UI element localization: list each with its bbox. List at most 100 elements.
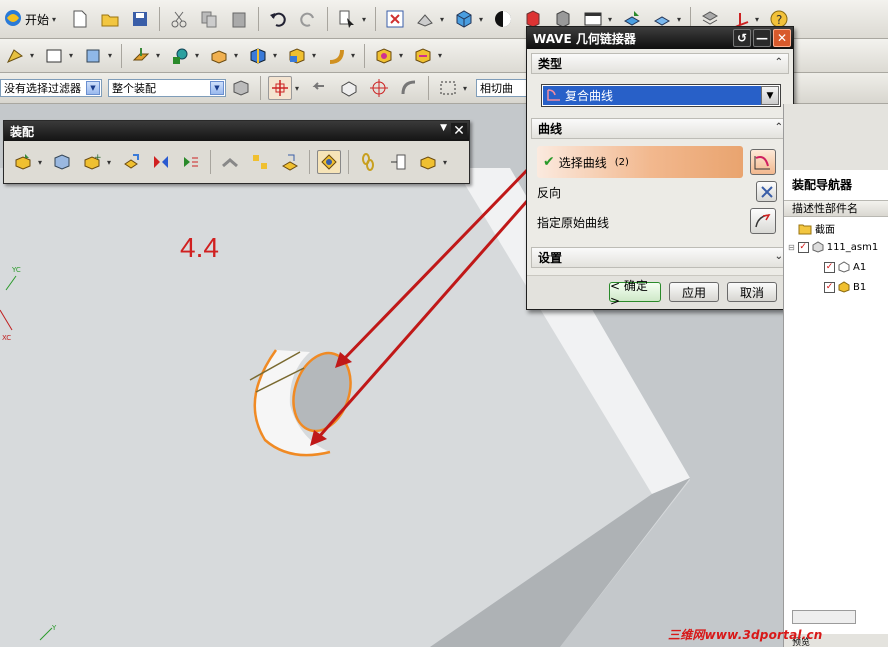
assembly-constraints-icon[interactable] [50, 150, 74, 174]
render-style-icon[interactable] [491, 7, 515, 31]
save-icon[interactable] [128, 7, 152, 31]
checkbox-icon[interactable]: ✓ [797, 241, 809, 253]
snap-arc-icon[interactable] [397, 76, 421, 100]
specify-original-curve-button[interactable] [750, 208, 776, 234]
wave-link-icon[interactable] [218, 150, 242, 174]
block-icon[interactable] [207, 44, 231, 68]
horizontal-scrollbar[interactable] [792, 610, 856, 624]
wave-geometry-linker-icon[interactable] [317, 150, 341, 174]
sketch-icon[interactable] [3, 44, 27, 68]
chevron-down-icon[interactable]: ▾ [195, 51, 202, 60]
selection-scope-select[interactable]: 整个装配 ▼ [108, 79, 226, 97]
cut-icon[interactable] [167, 7, 191, 31]
chevron-down-icon[interactable]: ▾ [351, 51, 358, 60]
add-component-icon[interactable] [11, 150, 35, 174]
tree-item-section[interactable]: 截面 [798, 221, 835, 236]
shaded-view-icon[interactable] [413, 7, 437, 31]
select-curve-row[interactable]: ✔ 选择曲线 (2) [537, 146, 743, 178]
tree-item-asm[interactable]: ⊟ ✓ 111_asm1 [788, 241, 878, 253]
chevron-down-icon[interactable]: ▾ [234, 51, 241, 60]
exploded-view-icon[interactable] [248, 150, 272, 174]
type-section-header[interactable]: 类型 ⌃ [531, 53, 789, 74]
checkbox-icon[interactable]: ✓ [824, 281, 835, 293]
new-component-icon[interactable]: + [80, 150, 104, 174]
box-select-icon[interactable] [436, 76, 460, 100]
mirror-assembly-icon[interactable] [149, 150, 173, 174]
unite-icon[interactable] [246, 44, 270, 68]
tree-item-a1[interactable]: ✓ A1 [824, 261, 866, 273]
redo-icon[interactable] [296, 7, 320, 31]
checkbox-icon[interactable]: ✓ [824, 261, 835, 273]
chevron-down-icon[interactable]: ▾ [438, 51, 445, 60]
reset-icon[interactable]: ↺ [733, 29, 751, 47]
point-icon[interactable] [168, 44, 192, 68]
subtract-icon[interactable] [285, 44, 309, 68]
chevron-down-icon[interactable]: ▾ [608, 15, 615, 24]
chevron-down-icon[interactable]: ▾ [362, 15, 369, 24]
datum-plane-icon[interactable] [129, 44, 153, 68]
apply-button[interactable]: 应用 [669, 282, 719, 302]
minimize-icon[interactable]: — [753, 29, 771, 47]
chevron-down-icon[interactable]: ▾ [107, 158, 114, 167]
chevron-down-icon[interactable]: ▼ [761, 86, 779, 105]
chevron-down-icon[interactable]: ▼ [210, 81, 224, 95]
undo-icon[interactable] [266, 7, 290, 31]
chevron-down-icon[interactable]: ▾ [273, 51, 280, 60]
column-header[interactable]: 描述性部件名 [784, 200, 888, 217]
chevron-down-icon[interactable]: ▾ [156, 51, 163, 60]
chevron-down-icon[interactable]: ▾ [108, 51, 115, 60]
chevron-down-icon[interactable]: ▾ [69, 51, 76, 60]
snap-solid-icon[interactable] [337, 76, 361, 100]
start-menu-button[interactable]: 开始 ▾ [0, 6, 65, 32]
sequence-icon[interactable] [278, 150, 302, 174]
ok-button[interactable]: < 确定 > [609, 279, 661, 308]
chevron-down-icon[interactable]: ▾ [312, 51, 319, 60]
chevron-down-icon[interactable]: ▾ [463, 84, 470, 93]
type-filter-select[interactable]: 没有选择过滤器 ▼ [0, 79, 102, 97]
dialog-titlebar[interactable]: WAVE 几何链接器 ↺ — ✕ [527, 27, 793, 49]
assembly-toolbar-titlebar[interactable]: 装配 ▼ ✕ [4, 121, 469, 141]
copy-icon[interactable] [197, 7, 221, 31]
chevron-down-icon[interactable]: ▾ [38, 158, 45, 167]
chevron-up-icon[interactable]: ⌃ [775, 57, 783, 68]
new-file-icon[interactable] [68, 7, 92, 31]
chevron-down-icon[interactable]: ⌄ [775, 251, 783, 262]
chevron-down-icon[interactable]: ▾ [399, 51, 406, 60]
move-component-icon[interactable] [119, 150, 143, 174]
rectangle-icon[interactable] [42, 44, 66, 68]
cube-view-icon[interactable] [452, 7, 476, 31]
options-arrow-icon[interactable]: ▼ [440, 123, 447, 133]
open-folder-icon[interactable] [98, 7, 122, 31]
chevron-down-icon[interactable]: ▾ [440, 15, 447, 24]
chevron-down-icon[interactable]: ▾ [755, 15, 762, 24]
blend-icon[interactable] [324, 44, 348, 68]
reverse-direction-button[interactable] [756, 181, 777, 202]
array-component-icon[interactable] [179, 150, 203, 174]
chevron-up-icon[interactable]: ⌃ [775, 122, 783, 133]
snap-center-icon[interactable] [367, 76, 391, 100]
chevron-down-icon[interactable]: ▾ [30, 51, 37, 60]
paste-icon[interactable] [227, 7, 251, 31]
fit-view-icon[interactable] [383, 7, 407, 31]
edit-feature-icon[interactable] [372, 44, 396, 68]
snap-point-icon[interactable] [268, 76, 292, 100]
chevron-down-icon[interactable]: ▾ [443, 158, 450, 167]
snap-undo-icon[interactable] [307, 76, 331, 100]
type-select[interactable]: 复合曲线 ▼ [541, 84, 781, 107]
extrude-icon[interactable] [81, 44, 105, 68]
settings-section-header[interactable]: 设置 ⌄ [531, 247, 789, 268]
cancel-button[interactable]: 取消 [727, 282, 777, 302]
check-clearance-icon[interactable] [416, 150, 440, 174]
assembly-filter-icon[interactable] [229, 76, 253, 100]
select-curve-button[interactable] [750, 149, 776, 175]
replace-feature-icon[interactable] [411, 44, 435, 68]
close-icon[interactable]: ✕ [773, 29, 791, 47]
chevron-down-icon[interactable]: ▾ [677, 15, 684, 24]
chevron-down-icon[interactable]: ▾ [295, 84, 302, 93]
chevron-down-icon[interactable]: ▾ [479, 15, 486, 24]
relationship-browser-icon[interactable] [386, 150, 410, 174]
curve-section-header[interactable]: 曲线 ⌃ [531, 118, 789, 139]
close-icon[interactable]: ✕ [451, 123, 467, 139]
command-finder-icon[interactable] [335, 7, 359, 31]
link-icon[interactable] [356, 150, 380, 174]
